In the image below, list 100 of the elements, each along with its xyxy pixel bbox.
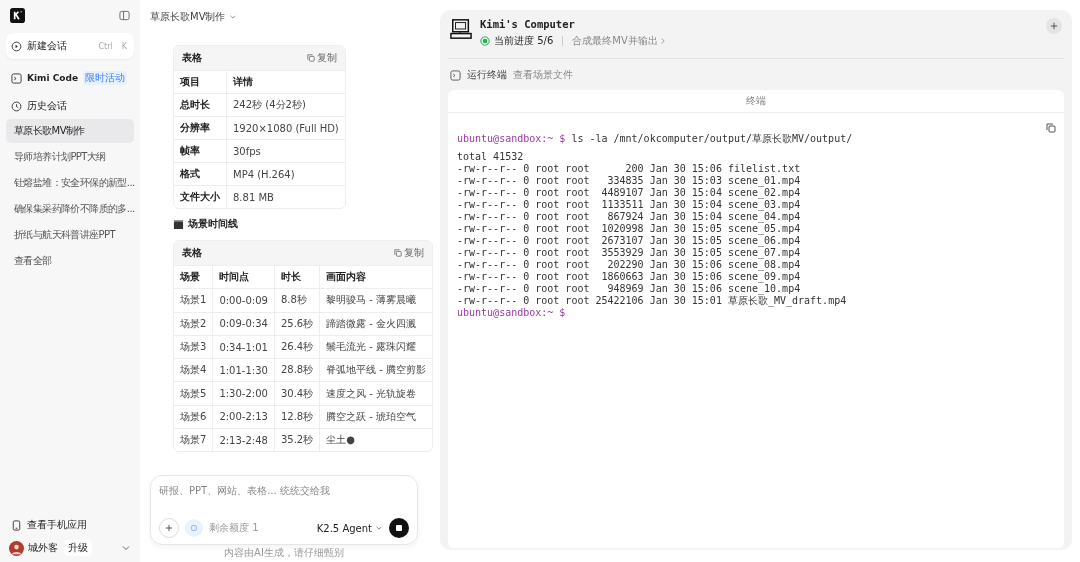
quota-label: 剩余额度 1 xyxy=(209,521,259,535)
stop-button[interactable] xyxy=(389,518,409,538)
model-selector[interactable]: K2.5 Agent xyxy=(316,522,383,534)
copy-icon[interactable] xyxy=(1046,123,1056,133)
history-heading: 历史会话 xyxy=(27,99,67,113)
copy-icon xyxy=(394,249,403,257)
terminal-line: ubuntu@sandbox:~ $ xyxy=(457,307,567,319)
clapperboard-icon xyxy=(173,218,184,230)
table-cell: 场景2 xyxy=(174,312,213,336)
table-cell: 腾空之跃 - 琥珀空气 xyxy=(319,405,433,429)
table-label: 表格 xyxy=(182,51,202,65)
table-cell: 总时长 xyxy=(174,93,227,117)
progress-label: 当前进度 5/6 xyxy=(494,34,554,48)
terminal-line: -rw-r--r-- 0 root root 2673107 Jan 30 15:05 scene_06.mp4 xyxy=(457,235,802,247)
new-chat-icon xyxy=(11,40,22,52)
section-heading: 场景时间线 xyxy=(188,217,238,231)
new-chat-button[interactable]: 新建会话 Ctrl K xyxy=(6,33,134,59)
table-cell: 场景4 xyxy=(174,358,213,382)
table-cell: 0:09-0:34 xyxy=(212,312,275,336)
table-cell: 8.8秒 xyxy=(274,288,320,313)
history-item[interactable]: 钍熔盐堆：安全环保的新型... xyxy=(6,171,134,195)
chat-title[interactable]: 草原长歌MV制作 xyxy=(150,10,238,24)
terminal-line: -rw-r--r-- 0 root root 867924 Jan 30 15:04 scene_04.mp4 xyxy=(457,211,802,223)
table-cell: 场景6 xyxy=(174,405,213,429)
table-cell: 0:00-0:09 xyxy=(212,288,275,313)
terminal-line: -rw-r--r-- 0 root root 25422106 Jan 30 15:01 草原长歌_MV_draft.mp4 xyxy=(457,295,848,307)
table-cell: 帧率 xyxy=(174,139,227,163)
table-cell: 8.81 MB xyxy=(226,185,345,208)
table-cell: 242秒 (4分2秒) xyxy=(226,93,345,117)
terminal-line: -rw-r--r-- 0 root root 202290 Jan 30 15:06 scene_08.mp4 xyxy=(457,259,802,271)
add-button[interactable] xyxy=(1046,18,1062,34)
terminal-line: total 41532 xyxy=(457,151,525,163)
phone-icon xyxy=(11,519,22,531)
table-cell: 1:30-2:00 xyxy=(212,382,275,406)
disclaimer: 内容由AI生成，请仔细甄别 xyxy=(223,546,345,560)
quota-button[interactable] xyxy=(185,519,203,537)
upgrade-button[interactable]: 升级 xyxy=(64,540,92,556)
column-header: 场景 xyxy=(174,265,213,289)
avatar[interactable] xyxy=(9,540,24,556)
terminal-line: -rw-r--r-- 0 root root 334835 Jan 30 15:03 scene_01.mp4 xyxy=(457,175,802,187)
table-cell: 尘土● xyxy=(319,428,433,452)
plus-icon xyxy=(165,524,173,532)
table-cell: 场景3 xyxy=(174,335,213,359)
user-name: 城外客 xyxy=(28,541,58,555)
mobile-app-link[interactable]: 查看手机应用 xyxy=(6,518,134,532)
shortcut-key: K xyxy=(119,41,129,51)
column-header: 画面内容 xyxy=(319,265,433,289)
history-item[interactable]: 折纸与航天科普讲座PPT xyxy=(6,223,134,247)
terminal-line: -rw-r--r-- 0 root root 1133511 Jan 30 15:04 scene_03.mp4 xyxy=(457,199,802,211)
table-cell: MP4 (H.264) xyxy=(226,162,345,186)
terminal-line: -rw-r--r-- 0 root root 3553929 Jan 30 15:05 scene_07.mp4 xyxy=(457,247,802,259)
table-cell: 2:13-2:48 xyxy=(212,428,275,452)
terminal-line: -rw-r--r-- 0 root root 200 Jan 30 15:06 filelist.txt xyxy=(457,163,802,175)
terminal-icon xyxy=(450,69,461,81)
table-cell: 30.4秒 xyxy=(274,382,320,406)
table-cell: 蹄踏微露 - 金火四溅 xyxy=(319,312,433,336)
view-all-link[interactable]: 查看全部 xyxy=(6,249,134,273)
chevron-down-icon xyxy=(375,524,383,532)
terminal-line: ubuntu@sandbox:~ $ ls -la /mnt/okcomputer/output/草原长歌MV/output/ xyxy=(457,133,854,145)
plus-icon xyxy=(1050,22,1058,30)
chevron-down-icon xyxy=(229,13,238,21)
table-cell: 场景1 xyxy=(174,288,213,313)
logo-icon[interactable] xyxy=(10,8,25,23)
table-label: 表格 xyxy=(182,246,202,260)
clock-icon xyxy=(11,100,22,112)
table-cell: 速度之风 - 光轨旋卷 xyxy=(319,382,433,406)
terminal-title: 终端 xyxy=(448,90,1064,113)
table-cell: 12.8秒 xyxy=(274,405,320,429)
terminal-line: -rw-r--r-- 0 root root 1020998 Jan 30 15:05 scene_05.mp4 xyxy=(457,223,802,235)
table-cell: 场景7 xyxy=(174,428,213,452)
column-header: 详情 xyxy=(226,70,345,94)
table-cell: 文件大小 xyxy=(174,185,227,208)
table-cell: 场景5 xyxy=(174,382,213,406)
sidebar-toggle-icon[interactable] xyxy=(119,10,130,21)
column-header: 项目 xyxy=(174,70,227,94)
copy-button[interactable]: 复制 xyxy=(306,51,337,65)
panel-tab[interactable]: 运行终端 xyxy=(467,68,507,82)
table-cell: 黎明骏马 - 薄雾晨曦 xyxy=(319,288,433,313)
copy-icon xyxy=(306,54,315,62)
history-item[interactable]: 草原长歌MV制作 xyxy=(6,119,134,143)
shortcut-key: Ctrl xyxy=(96,41,115,51)
table-cell: 1:01-1:30 xyxy=(212,358,275,382)
table-cell: 35.2秒 xyxy=(274,428,320,452)
copy-button[interactable]: 复制 xyxy=(394,246,425,260)
terminal-line: -rw-r--r-- 0 root root 948969 Jan 30 15:06 scene_10.mp4 xyxy=(457,283,802,295)
terminal-icon xyxy=(11,72,22,84)
column-header: 时间点 xyxy=(212,265,275,289)
table-cell: 0:34-1:01 xyxy=(212,335,275,359)
panel-title: Kimi's Computer xyxy=(480,18,576,30)
table-cell: 28.8秒 xyxy=(274,358,320,382)
chevron-down-icon[interactable] xyxy=(121,543,131,553)
history-item[interactable]: 确保集采药降价不降质的多... xyxy=(6,197,134,221)
computer-icon xyxy=(450,18,472,40)
kimi-code-link[interactable]: Kimi Code 限时活动 xyxy=(6,71,134,85)
column-header: 时长 xyxy=(274,265,320,289)
table-cell: 格式 xyxy=(174,162,227,186)
table-cell: 26.4秒 xyxy=(274,335,320,359)
status-icon xyxy=(480,36,490,46)
message-input[interactable]: 研报、PPT、网站、表格... 统统交给我 剩余额度 1 K2.5 Agent xyxy=(150,475,418,545)
history-item[interactable]: 导师培养计划PPT大纲 xyxy=(6,145,134,169)
